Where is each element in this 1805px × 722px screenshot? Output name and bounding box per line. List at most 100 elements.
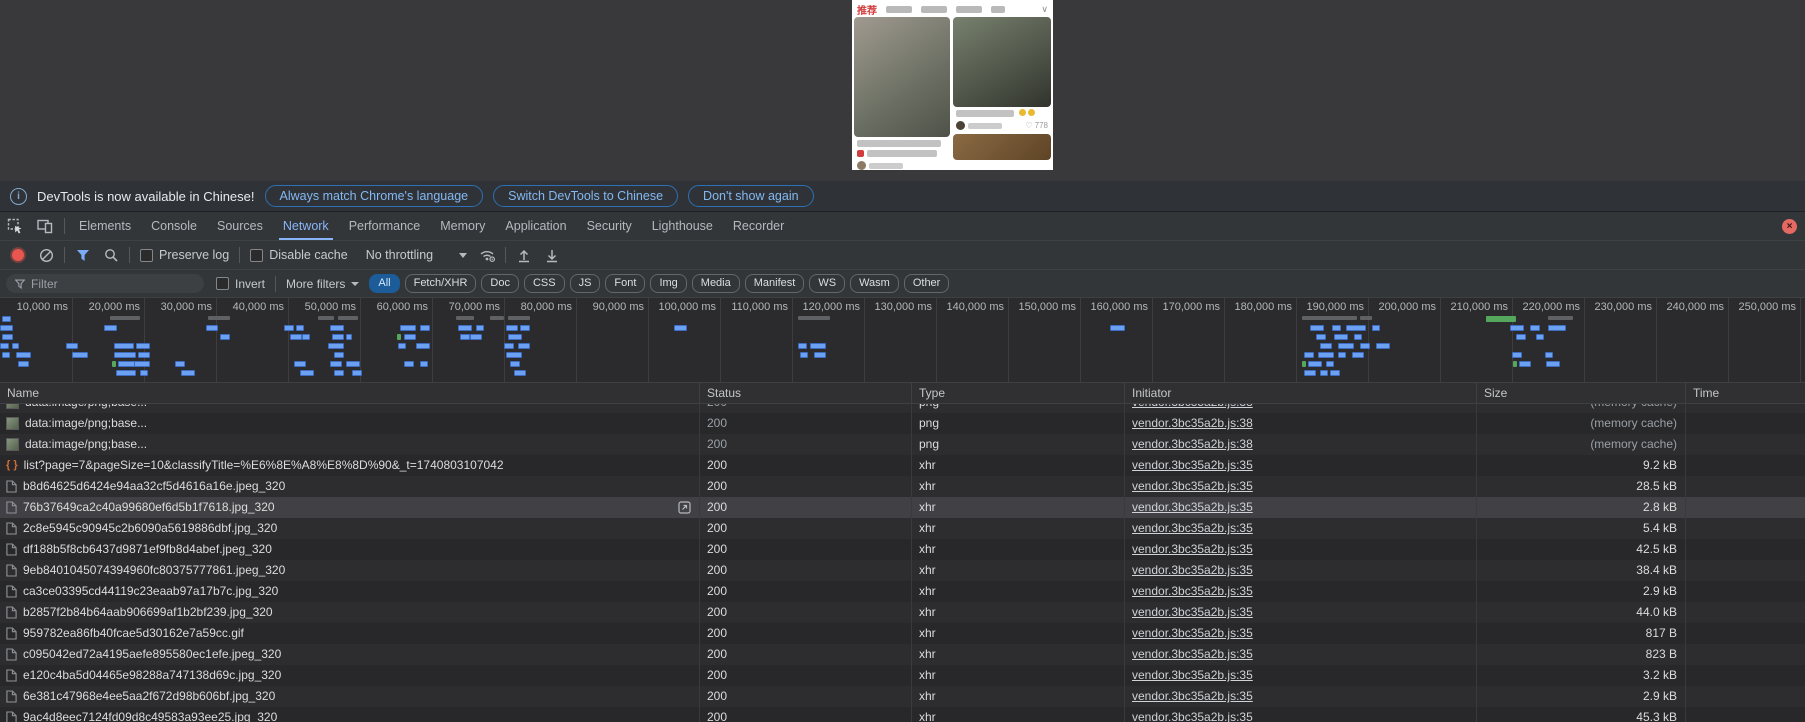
match-chrome-language-button[interactable]: Always match Chrome's language [265, 185, 484, 207]
chevron-down-icon[interactable]: ∨ [1041, 4, 1048, 15]
tab-application[interactable]: Application [495, 212, 576, 240]
request-name-cell[interactable]: data:image/png;base... [0, 413, 700, 434]
filter-chip-fetch-xhr[interactable]: Fetch/XHR [405, 274, 477, 293]
column-header-size[interactable]: Size [1477, 383, 1686, 403]
request-name-cell[interactable]: data:image/png;base... [0, 434, 700, 455]
toggle-device-toolbar-icon[interactable] [36, 217, 54, 235]
request-name-cell[interactable]: 76b37649ca2c40a99680ef6d5b1f7618.jpg_320 [0, 497, 700, 518]
switch-devtools-chinese-button[interactable]: Switch DevTools to Chinese [493, 185, 678, 207]
nav-tab-placeholder[interactable] [956, 6, 982, 13]
request-name-cell[interactable]: 9eb8401045074394960fc80375777861.jpeg_32… [0, 560, 700, 581]
export-har-icon[interactable] [543, 246, 561, 264]
network-request-row[interactable]: e120c4ba5d04465e98288a747138d69c.jpg_320… [0, 665, 1805, 686]
initiator-link[interactable]: vendor.3bc35a2b.js:35 [1132, 689, 1253, 703]
tab-recorder[interactable]: Recorder [723, 212, 794, 240]
search-icon[interactable] [102, 246, 120, 264]
initiator-link[interactable]: vendor.3bc35a2b.js:35 [1132, 584, 1253, 598]
request-name-cell[interactable]: { }list?page=7&pageSize=10&classifyTitle… [0, 455, 700, 476]
nav-tab-placeholder[interactable] [991, 6, 1005, 13]
network-request-row[interactable]: 9eb8401045074394960fc80375777861.jpeg_32… [0, 560, 1805, 581]
invert-checkbox[interactable]: Invert [216, 277, 265, 291]
request-name-cell[interactable]: c095042ed72a4195aefe895580ec1efe.jpeg_32… [0, 644, 700, 665]
tab-sources[interactable]: Sources [207, 212, 273, 240]
filter-chip-media[interactable]: Media [692, 274, 740, 293]
initiator-link[interactable]: vendor.3bc35a2b.js:35 [1132, 458, 1253, 472]
request-name-cell[interactable]: b8d64625d6424e94aa32cf5d4616a16e.jpeg_32… [0, 476, 700, 497]
network-request-row[interactable]: 9ac4d8eec7124fd09d8c49583a93ee25.jpg_320… [0, 707, 1805, 722]
initiator-link[interactable]: vendor.3bc35a2b.js:35 [1132, 668, 1253, 682]
network-request-row[interactable]: data:image/png;base...200pngvendor.3bc35… [0, 434, 1805, 455]
feed-card[interactable] [854, 17, 950, 170]
filter-chip-manifest[interactable]: Manifest [745, 274, 805, 293]
filter-chip-img[interactable]: Img [650, 274, 686, 293]
request-name-cell[interactable]: e120c4ba5d04465e98288a747138d69c.jpg_320 [0, 665, 700, 686]
network-request-row[interactable]: data:image/png;base...200pngvendor.3bc35… [0, 413, 1805, 434]
request-name-cell[interactable]: b2857f2b84b64aab906699af1b2bf239.jpg_320 [0, 602, 700, 623]
tab-elements[interactable]: Elements [69, 212, 141, 240]
error-count-badge[interactable]: × [1782, 219, 1797, 234]
filter-input[interactable]: Filter [6, 274, 204, 293]
feed-card[interactable]: ♡ 778 [953, 17, 1051, 160]
column-header-type[interactable]: Type [912, 383, 1125, 403]
tab-console[interactable]: Console [141, 212, 207, 240]
initiator-link[interactable]: vendor.3bc35a2b.js:35 [1132, 626, 1253, 640]
network-request-row[interactable]: c095042ed72a4195aefe895580ec1efe.jpeg_32… [0, 644, 1805, 665]
filter-chip-font[interactable]: Font [605, 274, 645, 293]
dont-show-again-button[interactable]: Don't show again [688, 185, 814, 207]
network-overview-timeline[interactable]: 10,000 ms20,000 ms30,000 ms40,000 ms50,0… [0, 298, 1805, 383]
initiator-link[interactable]: vendor.3bc35a2b.js:35 [1132, 500, 1253, 514]
initiator-link[interactable]: vendor.3bc35a2b.js:38 [1132, 404, 1253, 409]
column-header-time[interactable]: Time [1686, 383, 1805, 403]
inspect-element-icon[interactable] [6, 217, 24, 235]
network-request-row[interactable]: 6e381c47968e4ee5aa2f672d98b606bf.jpg_320… [0, 686, 1805, 707]
record-network-log-button[interactable] [9, 246, 27, 264]
initiator-link[interactable]: vendor.3bc35a2b.js:35 [1132, 605, 1253, 619]
tab-lighthouse[interactable]: Lighthouse [642, 212, 723, 240]
network-conditions-icon[interactable] [478, 246, 496, 264]
filter-chip-doc[interactable]: Doc [481, 274, 519, 293]
request-name-cell[interactable]: data:image/png;base... [0, 404, 700, 413]
filter-toggle-icon[interactable] [74, 246, 92, 264]
initiator-link[interactable]: vendor.3bc35a2b.js:35 [1132, 479, 1253, 493]
column-header-status[interactable]: Status [700, 383, 912, 403]
tab-memory[interactable]: Memory [430, 212, 495, 240]
disable-cache-checkbox[interactable]: Disable cache [250, 248, 348, 262]
nav-tab-placeholder[interactable] [886, 6, 912, 13]
nav-tab-active[interactable]: 推荐 [857, 2, 877, 17]
throttling-select[interactable]: No throttling [366, 248, 467, 262]
preserve-log-checkbox[interactable]: Preserve log [140, 248, 229, 262]
request-name-cell[interactable]: 959782ea86fb40fcae5d30162e7a59cc.gif [0, 623, 700, 644]
network-request-row[interactable]: 76b37649ca2c40a99680ef6d5b1f7618.jpg_320… [0, 497, 1805, 518]
more-filters-button[interactable]: More filters [286, 277, 359, 291]
request-name-cell[interactable]: ca3ce03395cd44119c23eaab97a17b7c.jpg_320 [0, 581, 700, 602]
network-request-row[interactable]: df188b5f8cb6437d9871ef9fb8d4abef.jpeg_32… [0, 539, 1805, 560]
request-name-cell[interactable]: 9ac4d8eec7124fd09d8c49583a93ee25.jpg_320 [0, 707, 700, 722]
initiator-link[interactable]: vendor.3bc35a2b.js:35 [1132, 542, 1253, 556]
filter-chip-wasm[interactable]: Wasm [850, 274, 899, 293]
tab-performance[interactable]: Performance [339, 212, 431, 240]
request-name-cell[interactable]: 6e381c47968e4ee5aa2f672d98b606bf.jpg_320 [0, 686, 700, 707]
network-request-row[interactable]: data:image/png;base...200pngvendor.3bc35… [0, 404, 1805, 413]
initiator-link[interactable]: vendor.3bc35a2b.js:38 [1132, 416, 1253, 430]
request-name-cell[interactable]: df188b5f8cb6437d9871ef9fb8d4abef.jpeg_32… [0, 539, 700, 560]
column-header-name[interactable]: Name [0, 383, 700, 403]
tab-network[interactable]: Network [273, 212, 339, 240]
filter-chip-js[interactable]: JS [570, 274, 601, 293]
column-header-initiator[interactable]: Initiator [1125, 383, 1477, 403]
like-count[interactable]: ♡ 778 [1025, 121, 1048, 130]
open-preview-icon[interactable] [678, 501, 691, 514]
nav-tab-placeholder[interactable] [921, 6, 947, 13]
network-request-row[interactable]: 2c8e5945c90945c2b6090a5619886dbf.jpg_320… [0, 518, 1805, 539]
initiator-link[interactable]: vendor.3bc35a2b.js:35 [1132, 710, 1253, 722]
initiator-link[interactable]: vendor.3bc35a2b.js:35 [1132, 521, 1253, 535]
initiator-link[interactable]: vendor.3bc35a2b.js:38 [1132, 437, 1253, 451]
filter-chip-css[interactable]: CSS [524, 274, 565, 293]
filter-chip-all[interactable]: All [369, 274, 399, 293]
import-har-icon[interactable] [515, 246, 533, 264]
network-request-row[interactable]: 959782ea86fb40fcae5d30162e7a59cc.gif200x… [0, 623, 1805, 644]
clear-network-log-button[interactable] [37, 246, 55, 264]
network-request-row[interactable]: { }list?page=7&pageSize=10&classifyTitle… [0, 455, 1805, 476]
filter-chip-other[interactable]: Other [904, 274, 950, 293]
network-request-row[interactable]: b8d64625d6424e94aa32cf5d4616a16e.jpeg_32… [0, 476, 1805, 497]
request-name-cell[interactable]: 2c8e5945c90945c2b6090a5619886dbf.jpg_320 [0, 518, 700, 539]
